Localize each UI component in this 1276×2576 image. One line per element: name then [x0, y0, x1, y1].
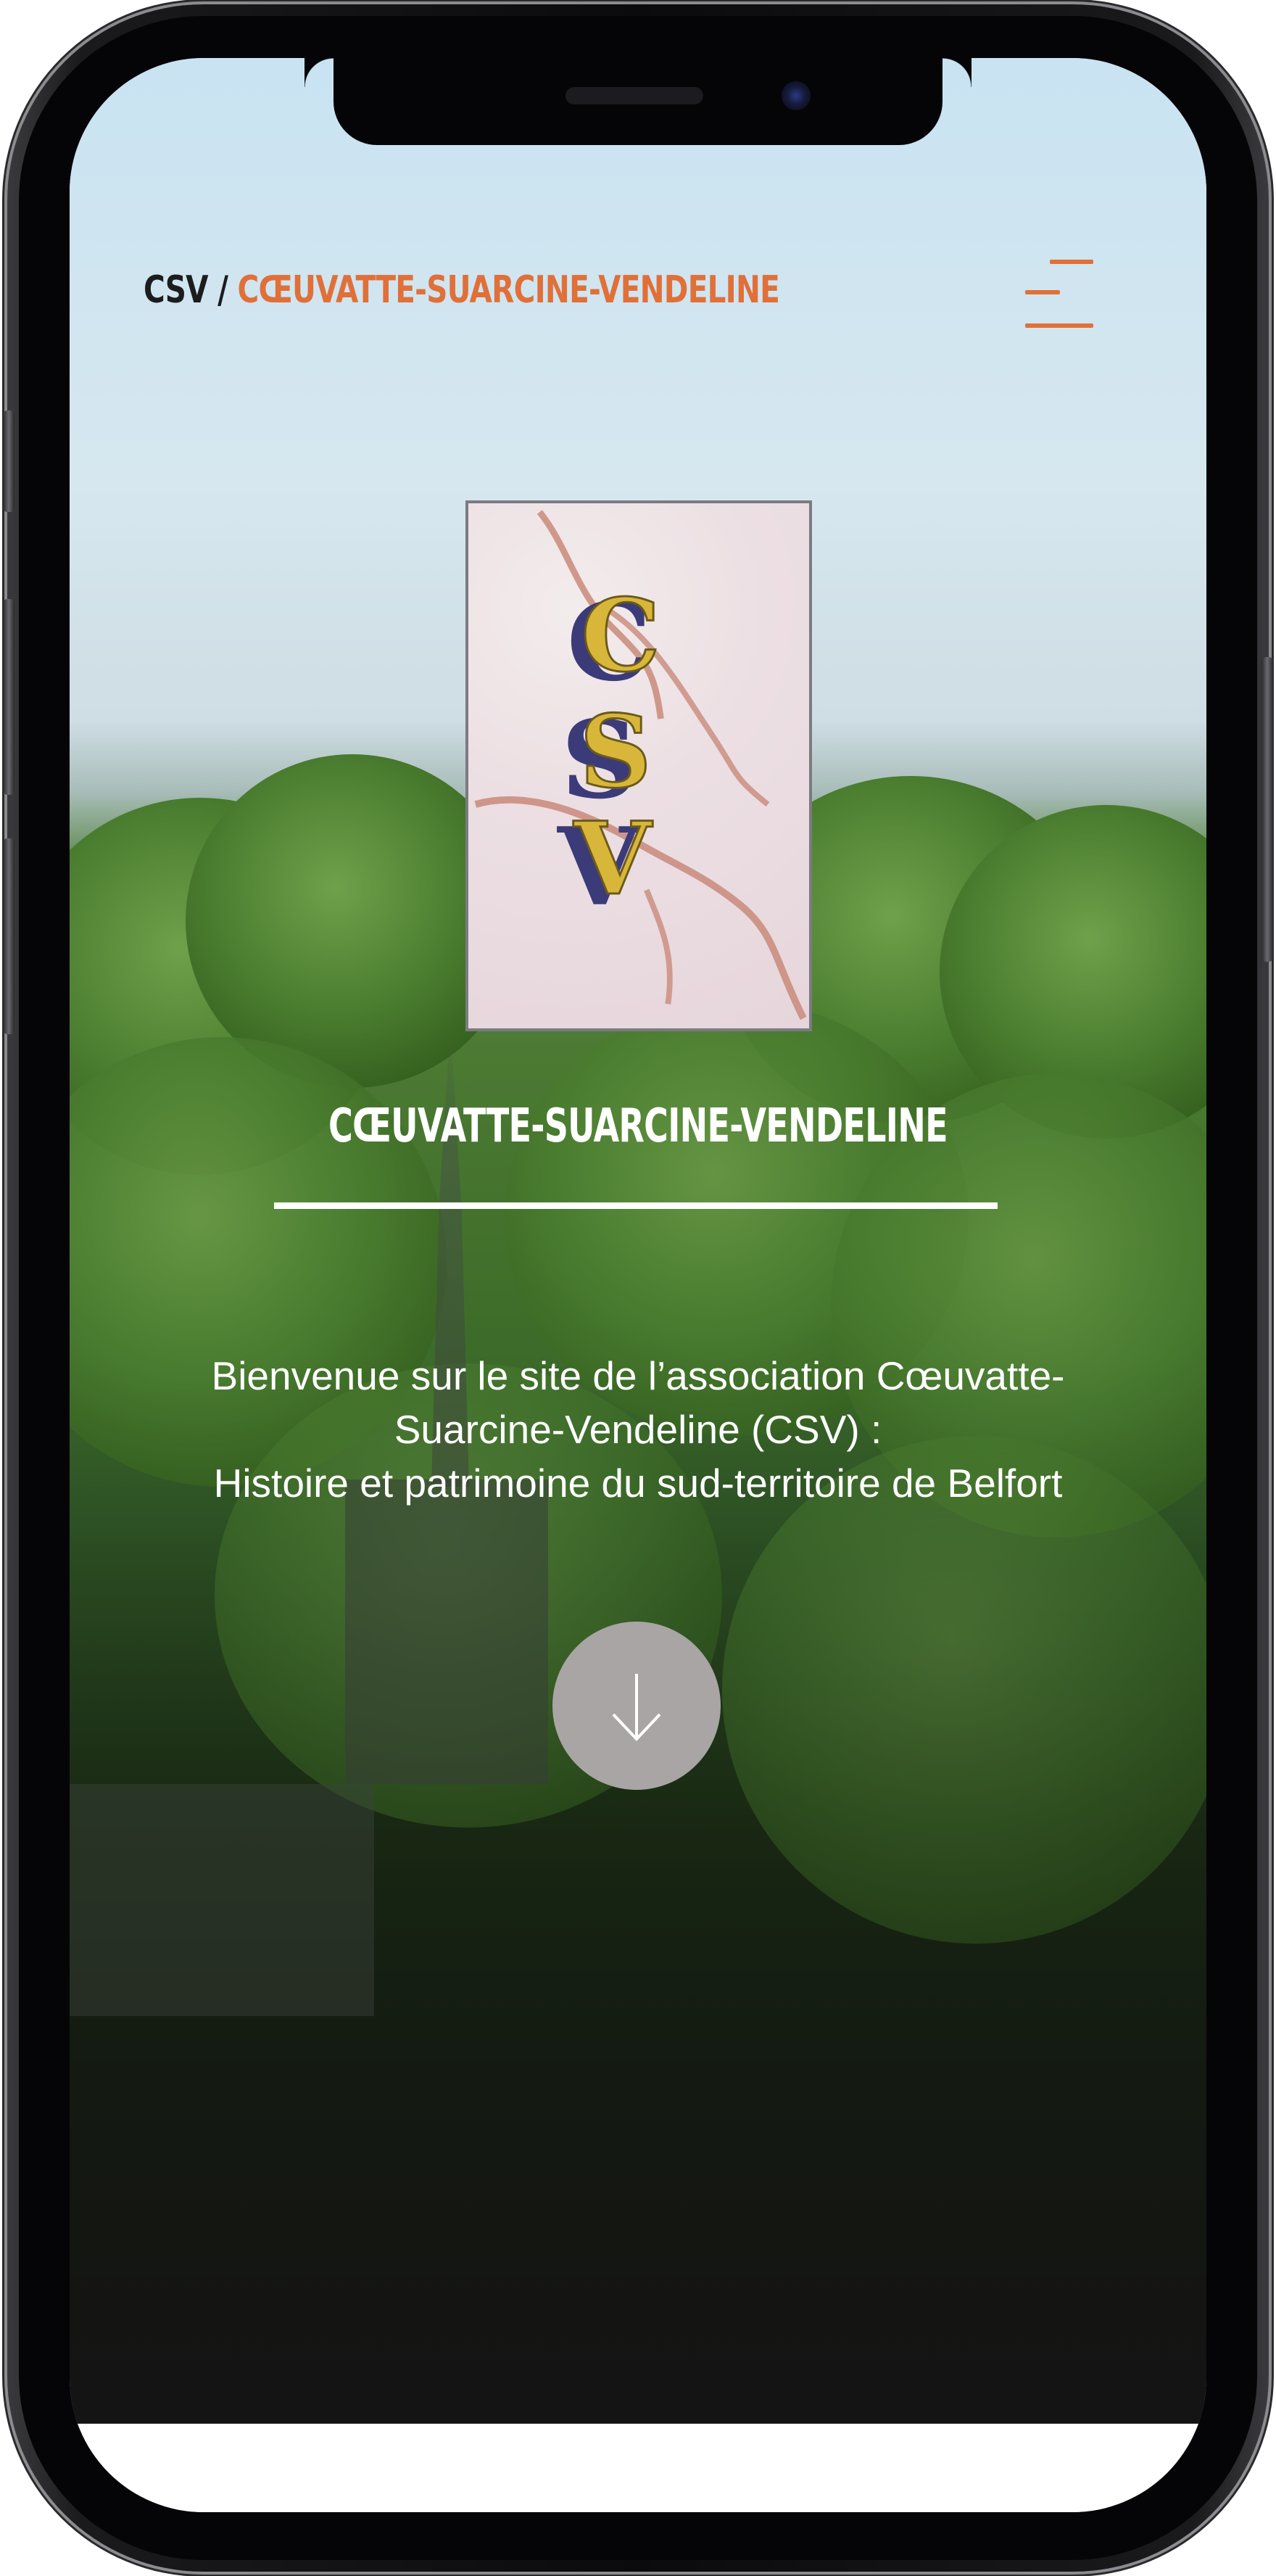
volume-up-button	[3, 599, 14, 795]
welcome-text: Bienvenue sur le site de l’association C…	[113, 1349, 1163, 1510]
welcome-line: Histoire et patrimoine du sud-territoire…	[213, 1461, 1063, 1506]
hero-background	[70, 58, 1206, 2424]
logo-letter-v: V	[573, 801, 653, 917]
church-tower	[345, 1479, 548, 1784]
front-camera	[782, 81, 811, 110]
page-title: CŒUVATTE-SUARCINE-VENDELINE	[70, 1099, 1206, 1153]
arrow-down-icon	[612, 1674, 661, 1741]
welcome-line: Bienvenue sur le site de l’association C…	[211, 1353, 1065, 1398]
brand-abbreviation: CSV	[144, 268, 209, 312]
welcome-line: Suarcine-Vendeline (CSV) :	[394, 1407, 882, 1452]
page-title-text: CŒUVATTE-SUARCINE-VENDELINE	[328, 1099, 948, 1153]
earpiece-speaker	[566, 87, 703, 104]
menu-line	[1025, 323, 1093, 328]
menu-line	[1025, 290, 1060, 294]
hamburger-menu-icon[interactable]	[1025, 254, 1098, 335]
menu-line	[1050, 260, 1093, 264]
volume-down-button	[3, 838, 14, 1034]
site-brand-link[interactable]: CSV / CŒUVATTE-SUARCINE-VENDELINE	[144, 268, 780, 312]
power-button	[1262, 657, 1273, 962]
phone-screen: CSV / CŒUVATTE-SUARCINE-VENDELINE C C S …	[70, 58, 1206, 2512]
church-roof	[70, 1784, 374, 2016]
logo-letter-s: S	[579, 694, 651, 811]
page-bottom-area	[70, 2424, 1206, 2512]
scroll-down-button[interactable]	[552, 1622, 721, 1790]
title-divider	[274, 1202, 998, 1209]
brand-name: CŒUVATTE-SUARCINE-VENDELINE	[237, 268, 780, 312]
phone-notch	[334, 58, 972, 145]
silent-switch	[3, 410, 14, 512]
brand-separator: /	[207, 268, 238, 312]
logo-letter-c: C	[581, 577, 660, 694]
csv-logo: C C S S V V	[465, 500, 812, 1031]
tree-canopy	[722, 1436, 1206, 1944]
logo-artwork: C C S S V V	[474, 510, 807, 1020]
